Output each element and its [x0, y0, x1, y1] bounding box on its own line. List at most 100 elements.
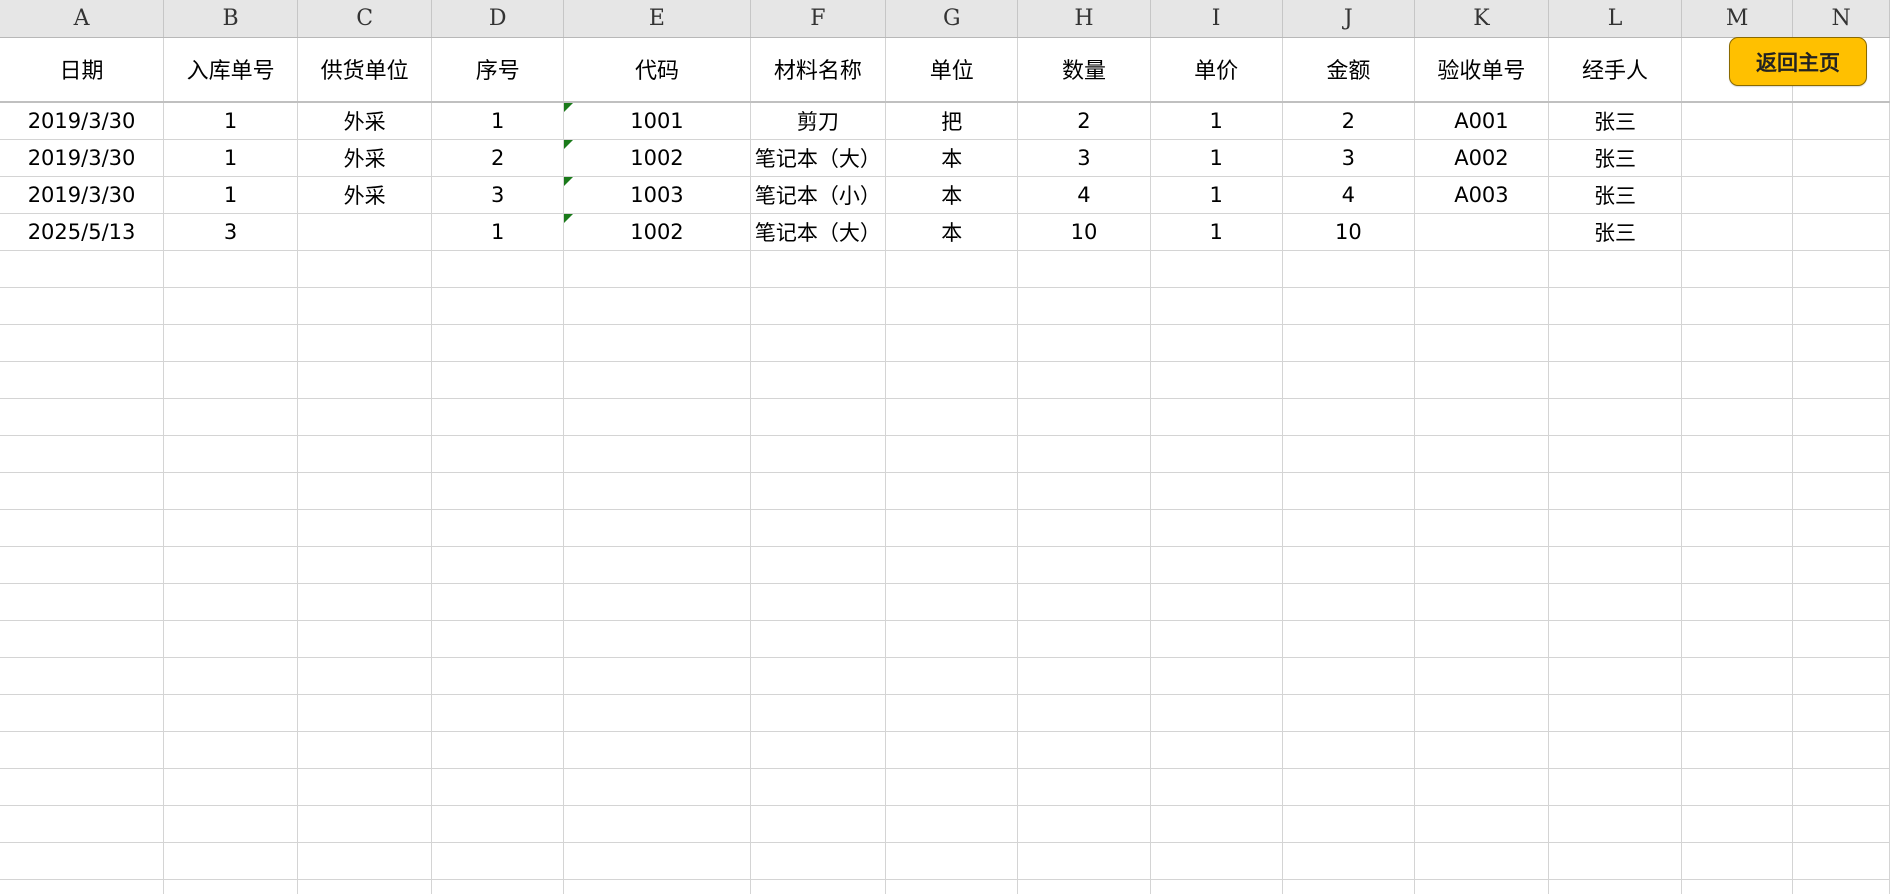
- empty-cell[interactable]: [1681, 287, 1794, 325]
- header-cell[interactable]: 代码: [563, 37, 751, 103]
- empty-cell[interactable]: [0, 361, 165, 399]
- header-cell[interactable]: 日期: [0, 37, 165, 103]
- empty-cell[interactable]: [297, 805, 433, 843]
- empty-cell[interactable]: [163, 657, 299, 695]
- empty-cell[interactable]: [163, 768, 299, 806]
- table-cell[interactable]: A002: [1414, 139, 1549, 177]
- table-cell[interactable]: 笔记本（小）: [750, 176, 887, 214]
- empty-cell[interactable]: [1548, 361, 1683, 399]
- empty-cell[interactable]: [1792, 879, 1890, 894]
- empty-cell[interactable]: [1414, 472, 1549, 510]
- empty-cell[interactable]: [163, 731, 299, 769]
- return-home-button[interactable]: 返回主页: [1729, 37, 1867, 86]
- empty-cell[interactable]: [163, 361, 299, 399]
- empty-cell[interactable]: [1282, 435, 1415, 473]
- empty-cell[interactable]: [1017, 546, 1151, 584]
- empty-cell[interactable]: [163, 546, 299, 584]
- empty-cell[interactable]: [1681, 250, 1794, 288]
- table-cell[interactable]: 2019/3/30: [0, 102, 165, 140]
- empty-cell[interactable]: [750, 731, 887, 769]
- header-cell[interactable]: 验收单号: [1414, 37, 1549, 103]
- empty-cell[interactable]: [1017, 250, 1151, 288]
- empty-cell[interactable]: [1681, 472, 1794, 510]
- table-cell[interactable]: 1: [431, 102, 565, 140]
- empty-cell[interactable]: [1792, 361, 1890, 399]
- empty-cell[interactable]: [0, 842, 165, 880]
- table-cell[interactable]: A003: [1414, 176, 1549, 214]
- empty-cell[interactable]: [1681, 805, 1794, 843]
- empty-cell[interactable]: [1792, 805, 1890, 843]
- table-cell[interactable]: 1: [163, 139, 299, 177]
- empty-cell[interactable]: [563, 324, 751, 362]
- empty-cell[interactable]: [885, 324, 1019, 362]
- empty-cell[interactable]: [1282, 620, 1415, 658]
- column-header-h[interactable]: H: [1017, 0, 1151, 38]
- empty-cell[interactable]: [297, 509, 433, 547]
- table-cell[interactable]: 4: [1282, 176, 1415, 214]
- empty-cell[interactable]: [1017, 805, 1151, 843]
- empty-cell[interactable]: [163, 435, 299, 473]
- table-cell[interactable]: 2019/3/30: [0, 176, 165, 214]
- empty-cell[interactable]: [1414, 361, 1549, 399]
- column-header-c[interactable]: C: [297, 0, 433, 38]
- table-cell[interactable]: 1: [431, 213, 565, 251]
- empty-cell[interactable]: [1282, 509, 1415, 547]
- table-cell[interactable]: 3: [1017, 139, 1151, 177]
- table-cell[interactable]: 1: [163, 176, 299, 214]
- empty-cell[interactable]: [1017, 694, 1151, 732]
- column-header-d[interactable]: D: [431, 0, 565, 38]
- table-cell[interactable]: 1: [1150, 102, 1283, 140]
- empty-cell[interactable]: [1792, 324, 1890, 362]
- empty-cell[interactable]: [1792, 250, 1890, 288]
- table-cell[interactable]: [297, 213, 433, 251]
- empty-cell[interactable]: [750, 472, 887, 510]
- empty-cell[interactable]: [1282, 472, 1415, 510]
- empty-cell[interactable]: [163, 842, 299, 880]
- table-cell[interactable]: 外采: [297, 139, 433, 177]
- empty-cell[interactable]: [1548, 694, 1683, 732]
- empty-cell[interactable]: [1681, 176, 1794, 214]
- empty-cell[interactable]: [0, 250, 165, 288]
- column-header-g[interactable]: G: [885, 0, 1019, 38]
- empty-cell[interactable]: [431, 472, 565, 510]
- table-cell[interactable]: [1414, 213, 1549, 251]
- empty-cell[interactable]: [297, 361, 433, 399]
- empty-cell[interactable]: [1414, 287, 1549, 325]
- empty-cell[interactable]: [1282, 546, 1415, 584]
- empty-cell[interactable]: [1414, 768, 1549, 806]
- empty-cell[interactable]: [1282, 324, 1415, 362]
- empty-cell[interactable]: [1150, 287, 1283, 325]
- empty-cell[interactable]: [1150, 361, 1283, 399]
- empty-cell[interactable]: [1282, 657, 1415, 695]
- empty-cell[interactable]: [1282, 250, 1415, 288]
- empty-cell[interactable]: [885, 805, 1019, 843]
- empty-cell[interactable]: [1282, 398, 1415, 436]
- empty-cell[interactable]: [297, 324, 433, 362]
- empty-cell[interactable]: [297, 657, 433, 695]
- column-header-m[interactable]: M: [1681, 0, 1794, 38]
- empty-cell[interactable]: [1681, 435, 1794, 473]
- empty-cell[interactable]: [163, 398, 299, 436]
- empty-cell[interactable]: [1282, 287, 1415, 325]
- table-cell[interactable]: 1003: [563, 176, 751, 214]
- empty-cell[interactable]: [297, 694, 433, 732]
- empty-cell[interactable]: [1792, 546, 1890, 584]
- empty-cell[interactable]: [1792, 398, 1890, 436]
- empty-cell[interactable]: [1150, 583, 1283, 621]
- empty-cell[interactable]: [563, 805, 751, 843]
- empty-cell[interactable]: [885, 657, 1019, 695]
- header-cell[interactable]: 经手人: [1548, 37, 1683, 103]
- empty-cell[interactable]: [563, 731, 751, 769]
- column-header-n[interactable]: N: [1792, 0, 1890, 38]
- empty-cell[interactable]: [563, 842, 751, 880]
- table-cell[interactable]: 张三: [1548, 102, 1683, 140]
- empty-cell[interactable]: [1150, 324, 1283, 362]
- empty-cell[interactable]: [1150, 731, 1283, 769]
- empty-cell[interactable]: [431, 509, 565, 547]
- empty-cell[interactable]: [563, 657, 751, 695]
- empty-cell[interactable]: [1017, 657, 1151, 695]
- empty-cell[interactable]: [1150, 250, 1283, 288]
- empty-cell[interactable]: [297, 250, 433, 288]
- empty-cell[interactable]: [1150, 398, 1283, 436]
- empty-cell[interactable]: [1414, 250, 1549, 288]
